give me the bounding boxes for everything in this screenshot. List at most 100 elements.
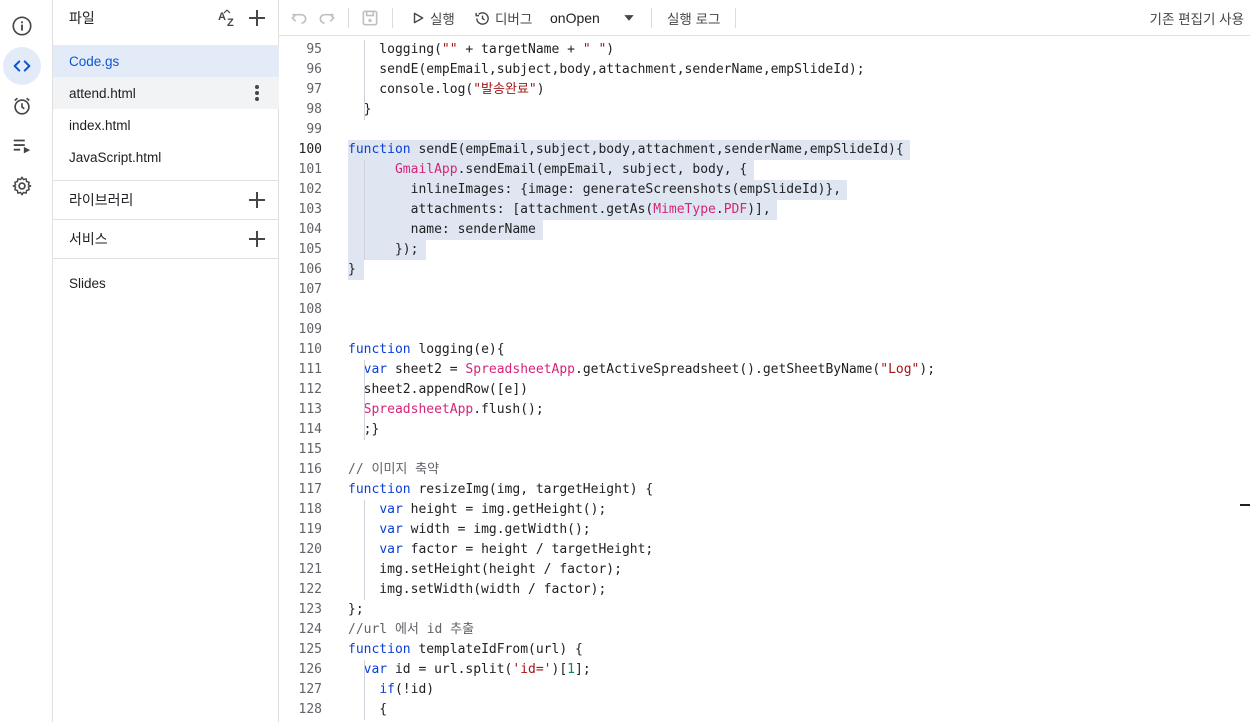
code-text: } [348, 262, 356, 277]
code-line[interactable]: 121 img.setHeight(height / factor); [279, 560, 1239, 580]
debug-label: 디버그 [495, 12, 533, 27]
code-line[interactable]: 101 GmailApp.sendEmail(empEmail, subject… [279, 160, 1239, 180]
more-options-icon[interactable] [245, 81, 269, 105]
divider [53, 180, 279, 181]
code-line[interactable]: 95 logging("" + targetName + " ") [279, 40, 1239, 60]
toolbar-divider [735, 8, 736, 28]
code-line[interactable]: 123}; [279, 600, 1239, 620]
code-text: GmailApp.sendEmail(empEmail, subject, bo… [394, 162, 748, 177]
line-number: 120 [298, 542, 322, 557]
file-name: attend.html [69, 85, 136, 101]
code-line[interactable]: 124 //url 에서 id 추출 [279, 620, 1239, 640]
file-item-attend-html[interactable]: attend.html [53, 77, 279, 109]
line-number: 113 [298, 402, 322, 417]
use-legacy-editor-button[interactable]: 기존 편집기 사용 [1150, 0, 1244, 36]
line-number: 115 [298, 442, 322, 457]
legacy-editor-label: 기존 편집기 사용 [1149, 12, 1244, 27]
triggers-alarm-icon[interactable] [3, 87, 41, 125]
code-line[interactable]: 125 function templateIdFrom(url) { [279, 640, 1239, 660]
code-editor[interactable]: 95 logging("" + targetName + " ") 96 send… [279, 37, 1250, 722]
line-number: 102 [298, 182, 322, 197]
code-line[interactable]: 128 { [279, 700, 1239, 720]
code-line[interactable]: 109 [279, 320, 1239, 340]
code-line[interactable]: 100 function sendE(empEmail,subject,body,… [279, 140, 1239, 160]
undo-icon[interactable] [289, 0, 309, 36]
line-number: 124 [298, 622, 322, 637]
code-text: logging("" + targetName + " ") [348, 42, 615, 57]
line-number: 95 [306, 42, 322, 57]
code-text: inlineImages: {image: generateScreenshot… [348, 182, 842, 197]
executions-icon[interactable] [3, 127, 41, 165]
code-line[interactable]: 116 // 이미지 축약 [279, 460, 1239, 480]
code-line[interactable]: 113 SpreadsheetApp.flush(); [279, 400, 1239, 420]
code-line[interactable]: 112 sheet2.appendRow([e]) [279, 380, 1239, 400]
file-item-javascript-html[interactable]: JavaScript.html [53, 141, 279, 173]
code-editor-icon[interactable] [3, 47, 41, 85]
execution-log-button[interactable]: 실행 로그 [667, 0, 720, 36]
divider [53, 219, 279, 220]
services-title: 서비스 [69, 231, 108, 247]
code-line[interactable]: 126 var id = url.split('id=')[1]; [279, 660, 1239, 680]
left-rail [0, 0, 53, 722]
debug-button[interactable]: 디버그 [474, 0, 532, 36]
files-title: 파일 [69, 10, 95, 26]
scrollbar-marker[interactable] [1240, 504, 1250, 506]
line-number: 114 [298, 422, 322, 437]
add-service-icon[interactable] [245, 227, 269, 251]
code-line[interactable]: 110 function logging(e){ [279, 340, 1239, 360]
service-item-slides[interactable]: Slides [53, 267, 279, 299]
add-file-icon[interactable] [245, 6, 269, 30]
code-line[interactable]: 117 function resizeImg(img, targetHeight)… [279, 480, 1239, 500]
add-library-icon[interactable] [245, 188, 269, 212]
code-line[interactable]: 97 console.log("발송완료") [279, 80, 1239, 100]
code-line[interactable]: 104 name: senderName [279, 220, 1239, 240]
settings-gear-icon[interactable] [3, 167, 41, 205]
function-select[interactable]: onOpen [550, 0, 636, 36]
play-icon [413, 12, 424, 24]
code-line[interactable]: 114 ;} [279, 420, 1239, 440]
code-line[interactable]: 106} [279, 260, 1239, 280]
code-text: var width = img.getWidth(); [379, 522, 591, 537]
code-line[interactable]: 105 }); [279, 240, 1239, 260]
code-line[interactable]: 127 if(!id) [279, 680, 1239, 700]
code-line[interactable]: 103 attachments: [attachment.getAs(MimeT… [279, 200, 1239, 220]
line-number: 101 [298, 162, 322, 177]
redo-icon[interactable] [317, 0, 337, 36]
file-item-code-gs[interactable]: Code.gs [53, 45, 279, 77]
indent-guide [363, 160, 365, 260]
line-number: 106 [298, 262, 322, 277]
code-text: sheet2.appendRow([e]) [348, 382, 529, 397]
indent-guide [363, 500, 365, 600]
code-line[interactable]: 98 } [279, 100, 1239, 120]
code-text: function resizeImg(img, targetHeight) { [348, 482, 654, 497]
code-line[interactable]: 122 img.setWidth(width / factor); [279, 580, 1239, 600]
save-icon[interactable] [360, 0, 380, 36]
code-line[interactable]: 102 inlineImages: {image: generateScreen… [279, 180, 1239, 200]
overview-icon[interactable] [3, 7, 41, 45]
code-line[interactable]: 111 var sheet2 = SpreadsheetApp.getActiv… [279, 360, 1239, 380]
line-number: 126 [298, 662, 322, 677]
code-text: sendE(empEmail,subject,body,attachment,s… [348, 62, 865, 77]
code-text: function sendE(empEmail,subject,body,att… [348, 142, 904, 157]
code-line[interactable]: 119 var width = img.getWidth(); [279, 520, 1239, 540]
code-line[interactable]: 118 var height = img.getHeight(); [279, 500, 1239, 520]
code-text: var height = img.getHeight(); [379, 502, 607, 517]
editor-toolbar: 실행 디버그 onOpen 실행 로그 기존 편집기 사용 [279, 0, 1250, 36]
code-line[interactable]: 99 [279, 120, 1239, 140]
indent-guide [363, 660, 365, 720]
line-number: 108 [298, 302, 322, 317]
line-number: 111 [298, 362, 322, 377]
code-line[interactable]: 115 [279, 440, 1239, 460]
file-item-index-html[interactable]: index.html [53, 109, 279, 141]
files-panel: 파일 AZ Code.gs attend.html index.html Jav… [53, 0, 279, 722]
code-text: console.log("발송완료") [348, 82, 545, 97]
code-line[interactable]: 107 [279, 280, 1239, 300]
run-button[interactable]: 실행 [411, 0, 455, 36]
sort-az-icon[interactable]: AZ [217, 6, 241, 30]
line-number: 110 [298, 342, 322, 357]
code-line[interactable]: 120 var factor = height / targetHeight; [279, 540, 1239, 560]
code-text: if(!id) [379, 682, 435, 697]
code-text: }); [348, 242, 419, 257]
code-line[interactable]: 108 [279, 300, 1239, 320]
code-line[interactable]: 96 sendE(empEmail,subject,body,attachmen… [279, 60, 1239, 80]
